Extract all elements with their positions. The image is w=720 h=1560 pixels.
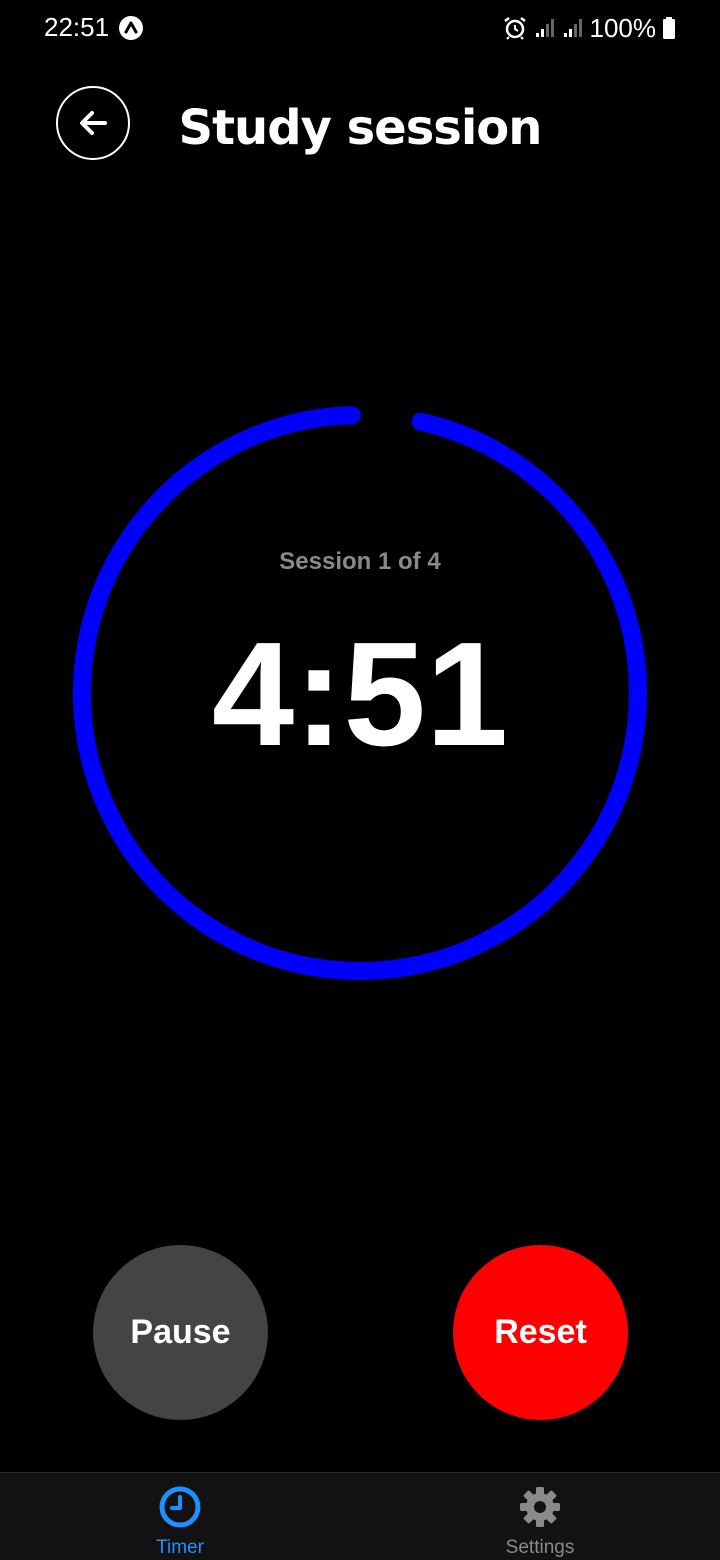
status-time: 22:51 [44,12,110,42]
page-title: Study session [178,100,543,156]
tab-timer[interactable]: Timer [0,1473,360,1560]
tab-timer-label: Timer [156,1537,204,1558]
tab-settings[interactable]: Settings [360,1473,720,1560]
battery-percentage: 100% [589,12,657,43]
pause-button[interactable]: Pause [93,1245,268,1420]
reset-button[interactable]: Reset [453,1245,628,1420]
clock-icon [159,1486,201,1528]
signal-icon [563,19,582,37]
tab-settings-label: Settings [505,1537,575,1558]
timer-screen: 22:51 100% Study session Session 1 of 4 … [0,0,720,1560]
status-icons: 100% [502,12,677,44]
alarm-icon [503,17,526,40]
bottom-nav: Timer Settings [0,1472,720,1560]
app-notification-icon [119,16,143,40]
battery-icon [663,17,675,39]
gear-icon [520,1487,560,1527]
session-label: Session 1 of 4 [279,548,441,575]
signal-icon [535,19,554,37]
timer-value: 4:51 [211,612,509,777]
status-bar: 22:51 100% [0,0,720,56]
